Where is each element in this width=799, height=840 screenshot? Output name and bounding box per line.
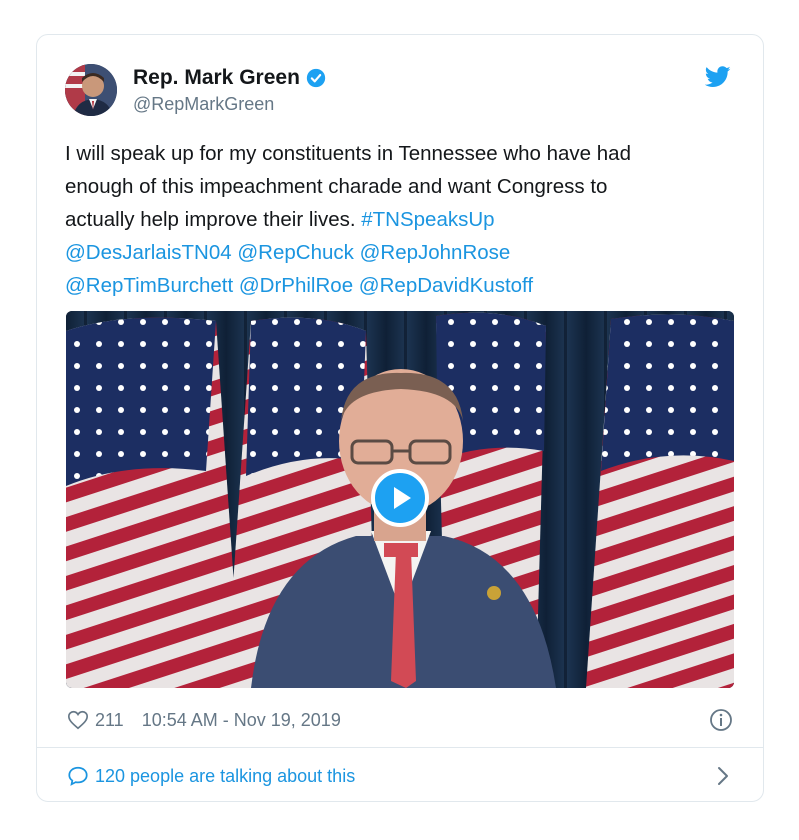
chevron-right-icon	[718, 767, 728, 785]
tweet-meta: 211 10:54 AM - Nov 19, 2019	[67, 705, 733, 735]
info-icon[interactable]	[709, 708, 733, 732]
mention-link[interactable]: @RepJohnRose	[360, 241, 511, 264]
tweet-text: I will speak up for my constituents in T…	[65, 137, 745, 302]
heart-icon[interactable]	[67, 709, 89, 731]
tweet-card: Rep. Mark Green @RepMarkGreen I will spe…	[36, 34, 764, 802]
conversation-text: 120 people are talking about this	[95, 765, 356, 786]
speech-bubble-icon	[68, 766, 88, 786]
tweet-text-line-3: actually help improve their lives.	[65, 208, 356, 231]
tweet-text-line-2: enough of this impeachment charade and w…	[65, 175, 608, 198]
twitter-bird-icon[interactable]	[705, 66, 731, 88]
mention-link[interactable]: @RepTimBurchett	[65, 274, 233, 297]
divider	[37, 747, 763, 748]
like-count[interactable]: 211	[95, 710, 124, 731]
play-icon	[394, 487, 411, 509]
verified-badge-icon	[306, 68, 326, 88]
play-button[interactable]	[371, 469, 429, 527]
timestamp[interactable]: 10:54 AM - Nov 19, 2019	[142, 710, 341, 731]
video-thumbnail[interactable]	[66, 311, 734, 688]
hashtag-link[interactable]: #TNSpeaksUp	[361, 208, 494, 231]
mention-link[interactable]: @DrPhilRoe	[239, 274, 353, 297]
mention-link[interactable]: @RepDavidKustoff	[359, 274, 533, 297]
mention-link[interactable]: @RepChuck	[237, 241, 354, 264]
avatar[interactable]	[65, 64, 117, 116]
author-name[interactable]: Rep. Mark Green	[133, 66, 300, 90]
author-name-row: Rep. Mark Green	[133, 66, 326, 90]
tweet-header: Rep. Mark Green @RepMarkGreen	[65, 62, 735, 118]
author-handle[interactable]: @RepMarkGreen	[133, 94, 274, 115]
tweet-text-line-1: I will speak up for my constituents in T…	[65, 142, 631, 165]
mention-link[interactable]: @DesJarlaisTN04	[65, 241, 232, 264]
conversation-link[interactable]: 120 people are talking about this	[67, 761, 733, 791]
